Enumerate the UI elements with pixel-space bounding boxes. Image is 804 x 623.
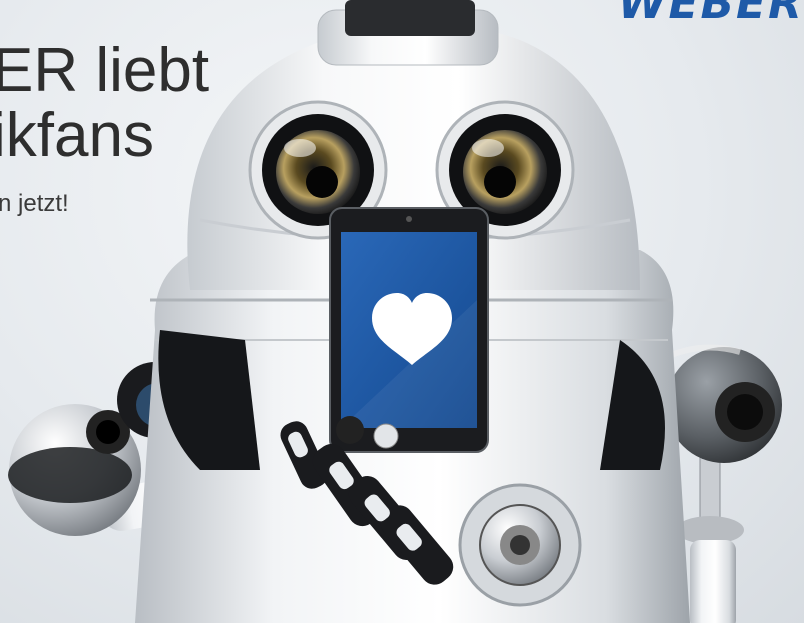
smartphone xyxy=(329,207,489,453)
robot-illustration xyxy=(8,0,782,623)
